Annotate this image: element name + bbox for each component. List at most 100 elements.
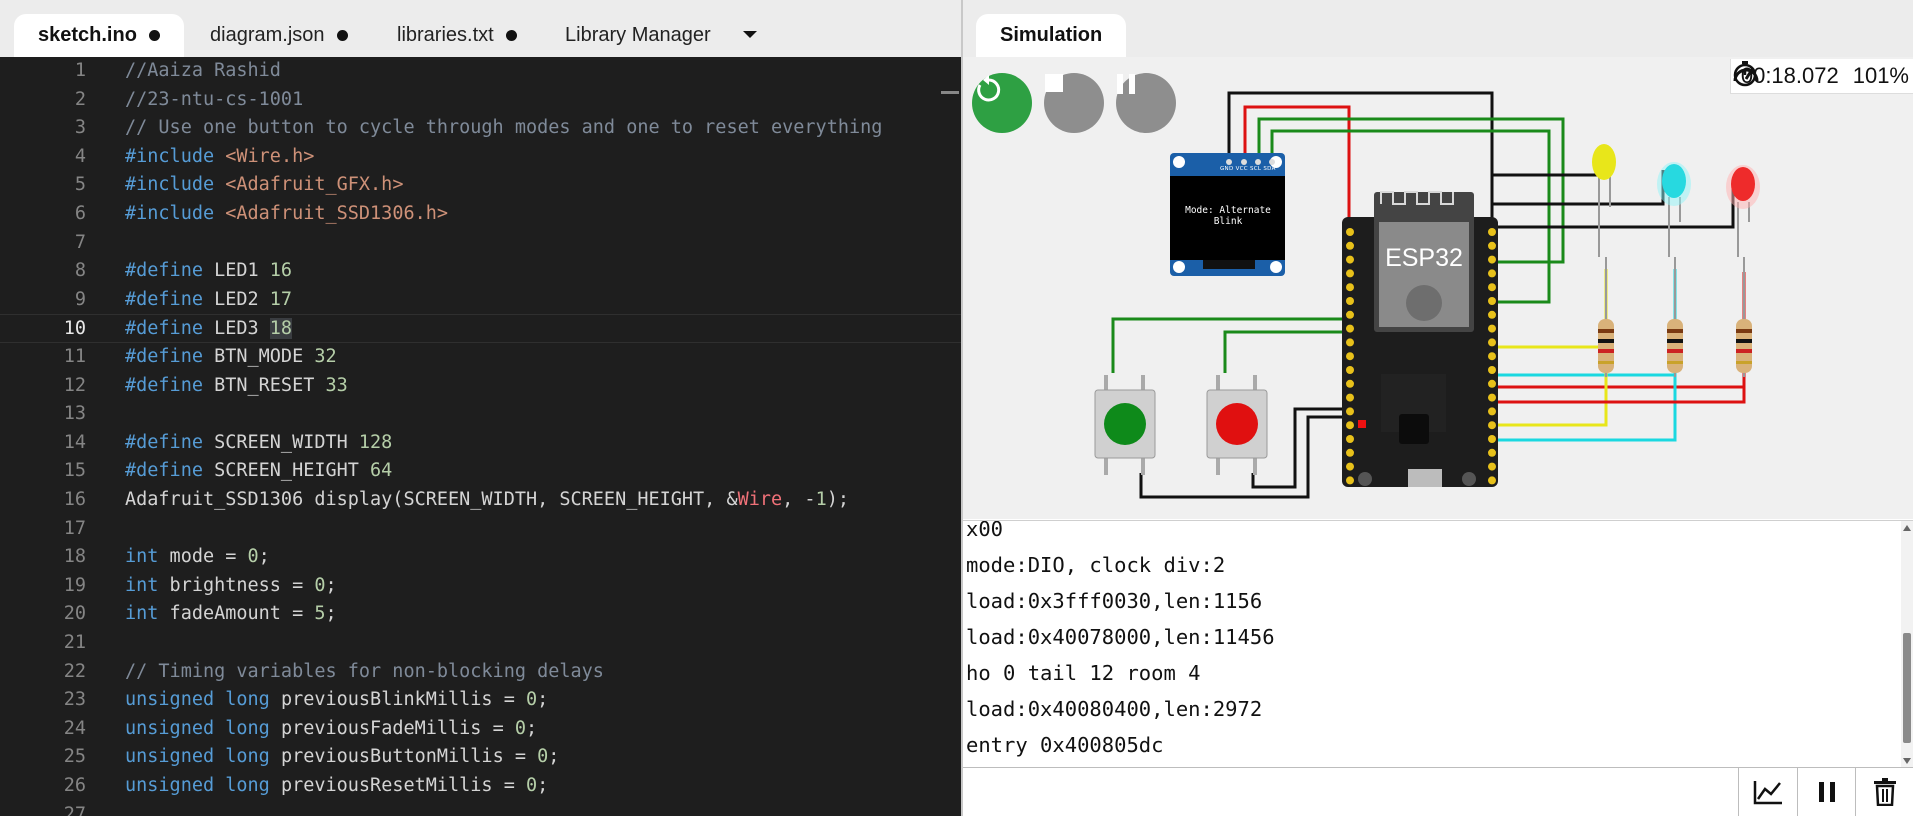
code-line[interactable]: 22 // Timing variables for non-blocking d… <box>0 658 961 687</box>
code-line[interactable]: 6 #include <Adafruit_SSD1306.h> <box>0 200 961 229</box>
code-line[interactable]: 21 <box>0 629 961 658</box>
header-pin[interactable] <box>1346 324 1354 333</box>
header-pin[interactable] <box>1488 283 1496 292</box>
code-line[interactable]: 27 <box>0 801 961 816</box>
header-pin[interactable] <box>1488 338 1496 347</box>
header-pin[interactable] <box>1488 255 1496 264</box>
code-line[interactable]: 26 unsigned long previousResetMillis = 0; <box>0 772 961 801</box>
code-text: int mode = 0; <box>125 546 270 568</box>
code-line[interactable]: 10 #define LED3 18 <box>0 314 961 343</box>
pause-serial-button[interactable] <box>1797 768 1856 816</box>
plotter-button[interactable] <box>1738 768 1797 816</box>
header-pin[interactable] <box>1346 338 1354 347</box>
header-pin[interactable] <box>1488 393 1496 402</box>
simulation-canvas[interactable]: Mode: Alternate Blink GND VCC SCL SDA ES… <box>963 57 1913 519</box>
code-line[interactable]: 3 // Use one button to cycle through mode… <box>0 114 961 143</box>
code-line[interactable]: 15 #define SCREEN_HEIGHT 64 <box>0 457 961 486</box>
code-line[interactable]: 14 #define SCREEN_WIDTH 128 <box>0 429 961 458</box>
code-line[interactable]: 13 <box>0 400 961 429</box>
header-pin[interactable] <box>1346 421 1354 430</box>
header-pin[interactable] <box>1488 324 1496 333</box>
header-pin[interactable] <box>1488 421 1496 430</box>
header-pin[interactable] <box>1488 379 1496 388</box>
header-pin[interactable] <box>1346 352 1354 361</box>
code-line[interactable]: 12 #define BTN_RESET 33 <box>0 372 961 401</box>
restart-simulation-button[interactable] <box>972 73 1032 133</box>
line-number: 1 <box>74 60 86 81</box>
code-line[interactable]: 1 //Aaiza Rashid <box>0 57 961 86</box>
code-line[interactable]: 18 int mode = 0; <box>0 543 961 572</box>
tab-diagram-json[interactable]: diagram.json <box>210 14 348 57</box>
code-area[interactable]: 1 //Aaiza Rashid 2 //23-ntu-cs-1001 3 // Use … <box>0 57 961 816</box>
header-pin[interactable] <box>1488 297 1496 305</box>
code-line[interactable]: 8 #define LED1 16 <box>0 257 961 286</box>
header-pin[interactable] <box>1346 283 1354 292</box>
code-line[interactable]: 5 #include <Adafruit_GFX.h> <box>0 171 961 200</box>
code-line[interactable]: 7 <box>0 229 961 258</box>
more-tabs-chevron-down-icon[interactable] <box>743 31 757 38</box>
code-line[interactable]: 11 #define BTN_MODE 32 <box>0 343 961 372</box>
header-pin[interactable] <box>1346 297 1354 305</box>
header-pin[interactable] <box>1346 393 1354 402</box>
tab-simulation[interactable]: Simulation <box>976 14 1127 57</box>
led-red <box>1726 165 1760 257</box>
code-line[interactable]: 16 Adafruit_SSD1306 display(SCREEN_WIDTH,… <box>0 486 961 515</box>
tab-sketch-ino[interactable]: sketch.ino <box>14 14 184 57</box>
code-text: // Timing variables for non-blocking del… <box>125 660 604 682</box>
scrollbar-thumb[interactable] <box>1903 633 1911 743</box>
tab-library-manager[interactable]: Library Manager <box>565 14 711 57</box>
header-pin[interactable] <box>1346 462 1354 471</box>
header-pin[interactable] <box>1488 435 1496 443</box>
line-number: 7 <box>74 231 86 253</box>
pause-simulation-button[interactable] <box>1116 73 1176 133</box>
header-pin[interactable] <box>1346 448 1354 457</box>
pause-icon <box>1819 782 1835 802</box>
code-line[interactable]: 24 unsigned long previousFadeMillis = 0; <box>0 715 961 744</box>
header-pin[interactable] <box>1346 228 1354 236</box>
code-line[interactable]: 9 #define LED2 17 <box>0 286 961 315</box>
header-pin[interactable] <box>1346 435 1354 443</box>
scroll-up-arrow-icon[interactable] <box>1903 525 1911 531</box>
header-pin[interactable] <box>1488 228 1496 236</box>
serial-monitor-output[interactable]: x00 mode:DIO, clock div:2 load:0x3fff0030,… <box>963 520 1913 768</box>
line-number: 15 <box>63 460 86 482</box>
header-pin[interactable] <box>1488 448 1496 457</box>
header-pin[interactable] <box>1346 310 1354 319</box>
code-line[interactable]: 19 int brightness = 0; <box>0 572 961 601</box>
header-pin[interactable] <box>1488 462 1496 471</box>
line-number: 5 <box>74 174 86 196</box>
header-pin[interactable] <box>1346 379 1354 388</box>
code-line[interactable]: 25 unsigned long previousButtonMillis = 0… <box>0 743 961 772</box>
serial-scrollbar[interactable] <box>1901 521 1913 768</box>
header-pin[interactable] <box>1488 476 1496 485</box>
tab-label: Simulation <box>1000 24 1103 46</box>
header-pin[interactable] <box>1346 476 1354 485</box>
header-pin[interactable] <box>1488 310 1496 319</box>
code-line[interactable]: 4 #include <Wire.h> <box>0 143 961 172</box>
clear-serial-button[interactable] <box>1855 768 1913 816</box>
header-pin[interactable] <box>1488 241 1496 250</box>
header-pin[interactable] <box>1346 255 1354 264</box>
tab-label: diagram.json <box>210 24 325 46</box>
tab-libraries-txt[interactable]: libraries.txt <box>397 14 517 57</box>
scroll-down-arrow-icon[interactable] <box>1903 758 1911 764</box>
code-line[interactable]: 2 //23-ntu-cs-1001 <box>0 86 961 115</box>
tab-label: Library Manager <box>565 24 711 46</box>
code-line[interactable]: 20 int fadeAmount = 5; <box>0 600 961 629</box>
header-pin[interactable] <box>1346 241 1354 250</box>
header-pin[interactable] <box>1488 407 1496 416</box>
serial-input[interactable] <box>963 768 1738 816</box>
header-pin[interactable] <box>1488 366 1496 374</box>
header-pin[interactable] <box>1346 366 1354 374</box>
code-text: #define BTN_MODE 32 <box>125 346 337 367</box>
stop-simulation-button[interactable] <box>1044 73 1104 133</box>
header-pin[interactable] <box>1346 407 1354 416</box>
header-pin[interactable] <box>1488 352 1496 361</box>
code-line[interactable]: 23 unsigned long previousBlinkMillis = 0; <box>0 686 961 715</box>
code-text: #include <Adafruit_SSD1306.h> <box>125 203 449 224</box>
header-pin[interactable] <box>1346 269 1354 278</box>
led-cyan <box>1657 162 1691 257</box>
header-pin[interactable] <box>1488 269 1496 278</box>
resistor-1 <box>1598 257 1614 377</box>
code-line[interactable]: 17 <box>0 515 961 544</box>
